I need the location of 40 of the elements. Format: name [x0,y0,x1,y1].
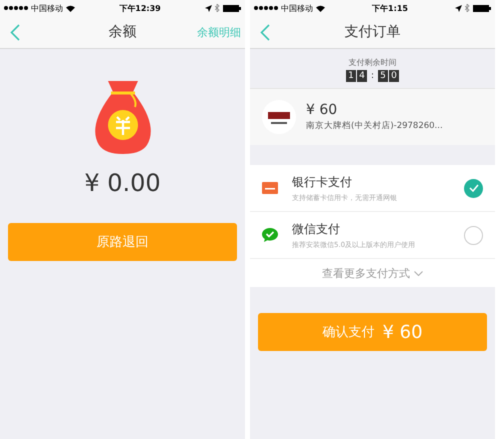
signal-icon [254,6,278,10]
bluetooth-icon [465,4,470,12]
order-price: ¥ 60 [306,102,338,118]
merchant-name: 南京大牌档(中关村店)-2978260... [306,120,444,132]
method-name: 微信支付 [292,220,341,238]
timer-digit: 0 [389,70,400,82]
wifi-icon [66,4,75,12]
bluetooth-icon [215,4,220,12]
signal-icon [4,6,28,10]
location-icon [205,4,212,12]
timer-digit: 5 [378,70,388,82]
timer-label: 支付剩余时间 [348,57,396,68]
carrier-name: 中国移动 [31,2,63,14]
refund-button[interactable]: 原路退回 [8,223,237,261]
radio-button[interactable] [464,178,483,198]
timer-digit: 1 [346,70,356,82]
card-icon [262,182,278,194]
balance-detail-link[interactable]: 余额明细 [185,24,245,40]
clock-time: 下午1:15 [371,2,409,14]
more-methods-link[interactable]: 查看更多支付方式 [250,259,495,287]
carrier-name: 中国移动 [281,2,313,14]
balance-amount: ¥ 0.00 [84,169,161,197]
merchant-logo [262,100,296,134]
battery-icon [473,4,491,12]
location-icon [455,4,462,12]
chevron-down-icon [414,270,423,276]
back-icon[interactable] [260,24,270,40]
battery-icon [223,4,241,12]
radio-button[interactable] [464,226,483,244]
back-icon[interactable] [10,24,20,40]
page-title: 支付订单 [344,23,402,41]
confirm-pay-button[interactable]: 确认支付 ¥ 60 [258,313,487,351]
timer-separator: : [370,71,376,81]
check-icon [468,184,478,192]
clock-time: 下午12:39 [118,2,162,14]
check-bubble-icon [262,228,278,242]
wifi-icon [316,4,325,12]
timer-digit: 4 [356,70,367,82]
method-name: 银行卡支付 [292,174,353,190]
page-title: 余额 [108,23,138,41]
